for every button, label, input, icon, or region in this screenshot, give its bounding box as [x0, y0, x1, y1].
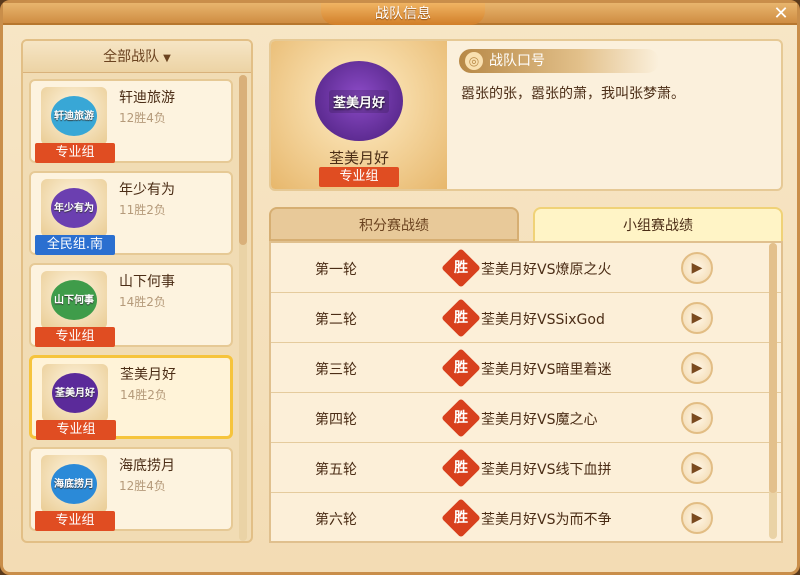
team-record: 11胜2负 [119, 203, 166, 217]
team-logo-text: 山下何事 [51, 280, 97, 320]
team-logo: 轩迪旅游 [41, 87, 107, 145]
play-replay-button[interactable]: ▶ [681, 502, 713, 534]
team-logo-text: 年少有为 [51, 188, 97, 228]
team-logo: 海底捞月 [41, 455, 107, 513]
team-emblem-text: 荃美月好 [328, 89, 389, 113]
team-detail-name: 荃美月好 [328, 149, 389, 167]
win-badge-text: 胜 [454, 510, 468, 526]
close-icon[interactable]: ✕ [771, 4, 791, 24]
match-title: 荃美月好VS为而不争 [481, 512, 612, 528]
win-badge-text: 胜 [454, 460, 468, 476]
team-record: 14胜2负 [119, 295, 166, 309]
team-name: 海底捞月 [119, 458, 175, 474]
slogan-header-label: 战队口号 [489, 53, 545, 69]
team-card-selected[interactable]: 荃美月好 荃美月好 14胜2负 专业组 [29, 355, 233, 440]
team-name: 山下何事 [119, 274, 175, 290]
play-replay-button[interactable]: ▶ [681, 252, 713, 284]
window-title: 战队信息 [321, 3, 485, 25]
play-replay-button[interactable]: ▶ [681, 352, 713, 384]
caret-down-icon: ▼ [163, 53, 171, 64]
win-badge-text: 胜 [454, 260, 468, 276]
team-record: 14胜2负 [120, 388, 167, 402]
match-row: 第五轮 胜 荃美月好VS线下血拼 ▶ [271, 443, 781, 493]
tab-group-results[interactable]: 小组赛战绩 [533, 207, 783, 241]
round-label: 第四轮 [315, 412, 357, 428]
team-emblem: 荃美月好 [315, 61, 403, 141]
team-logo-text: 轩迪旅游 [51, 96, 97, 136]
team-filter-dropdown[interactable]: 全部战队 ▼ [23, 41, 251, 73]
team-filter-label: 全部战队 [103, 49, 160, 65]
team-tag: 全民组.南 [35, 235, 115, 255]
team-tag: 专业组 [35, 143, 115, 163]
round-label: 第二轮 [315, 312, 357, 328]
round-label: 第一轮 [315, 262, 357, 278]
match-row: 第一轮 胜 荃美月好VS燎原之火 ▶ [271, 243, 781, 293]
match-title: 荃美月好VS暗里着迷 [481, 362, 612, 378]
team-record: 12胜4负 [119, 111, 166, 125]
slogan-icon: ◎ [465, 52, 483, 70]
team-detail-tag: 专业组 [319, 167, 399, 187]
team-name: 荃美月好 [120, 367, 176, 383]
round-label: 第六轮 [315, 512, 357, 528]
team-record: 12胜4负 [119, 479, 166, 493]
match-title: 荃美月好VSSixGod [481, 312, 605, 328]
team-logo-text: 荃美月好 [52, 373, 98, 413]
slogan-header: ◎ 战队口号 [459, 49, 659, 73]
team-detail-card: 荃美月好 荃美月好 专业组 ◎ 战队口号 嚣张的张，嚣张的萧，我叫张梦萧。 [269, 39, 783, 191]
team-name: 年少有为 [119, 182, 175, 198]
scrollbar-thumb[interactable] [239, 75, 247, 245]
team-logo: 荃美月好 [42, 364, 108, 422]
match-row: 第六轮 胜 荃美月好VS为而不争 ▶ [271, 493, 781, 541]
win-badge-text: 胜 [454, 410, 468, 426]
tab-points-results[interactable]: 积分赛战绩 [269, 207, 519, 241]
win-badge-text: 胜 [454, 310, 468, 326]
play-replay-button[interactable]: ▶ [681, 402, 713, 434]
team-info-window: 战队信息 ✕ 全部战队 ▼ 轩迪旅游 轩迪旅游 12胜4负 专业组 年少有为 年少… [0, 0, 800, 575]
round-label: 第五轮 [315, 462, 357, 478]
match-row: 第三轮 胜 荃美月好VS暗里着迷 ▶ [271, 343, 781, 393]
team-emblem-area: 荃美月好 荃美月好 专业组 [271, 41, 447, 189]
team-list: 轩迪旅游 轩迪旅游 12胜4负 专业组 年少有为 年少有为 11胜2负 全民组.… [29, 79, 235, 539]
team-tag: 专业组 [35, 327, 115, 347]
play-replay-button[interactable]: ▶ [681, 452, 713, 484]
match-title: 荃美月好VS燎原之火 [481, 262, 612, 278]
match-title: 荃美月好VS线下血拼 [481, 462, 612, 478]
match-row: 第四轮 胜 荃美月好VS魔之心 ▶ [271, 393, 781, 443]
team-card[interactable]: 年少有为 年少有为 11胜2负 全民组.南 [29, 171, 233, 255]
team-card[interactable]: 轩迪旅游 轩迪旅游 12胜4负 专业组 [29, 79, 233, 163]
team-logo-text: 海底捞月 [51, 464, 97, 504]
win-badge-text: 胜 [454, 360, 468, 376]
scrollbar-thumb[interactable] [769, 243, 777, 493]
team-card[interactable]: 海底捞月 海底捞月 12胜4负 专业组 [29, 447, 233, 531]
team-tag: 专业组 [36, 420, 116, 440]
match-list-scrollbar[interactable] [769, 243, 777, 539]
round-label: 第三轮 [315, 362, 357, 378]
team-logo: 山下何事 [41, 271, 107, 329]
team-slogan: 嚣张的张，嚣张的萧，我叫张梦萧。 [461, 86, 685, 102]
team-list-scrollbar[interactable] [239, 75, 247, 541]
team-name: 轩迪旅游 [119, 90, 175, 106]
match-title: 荃美月好VS魔之心 [481, 412, 598, 428]
match-row: 第二轮 胜 荃美月好VSSixGod ▶ [271, 293, 781, 343]
play-replay-button[interactable]: ▶ [681, 302, 713, 334]
team-list-panel: 全部战队 ▼ 轩迪旅游 轩迪旅游 12胜4负 专业组 年少有为 年少有为 11胜2… [21, 39, 253, 543]
team-logo: 年少有为 [41, 179, 107, 237]
team-tag: 专业组 [35, 511, 115, 531]
team-card[interactable]: 山下何事 山下何事 14胜2负 专业组 [29, 263, 233, 347]
match-list: 第一轮 胜 荃美月好VS燎原之火 ▶ 第二轮 胜 荃美月好VSSixGod ▶ … [269, 241, 783, 543]
